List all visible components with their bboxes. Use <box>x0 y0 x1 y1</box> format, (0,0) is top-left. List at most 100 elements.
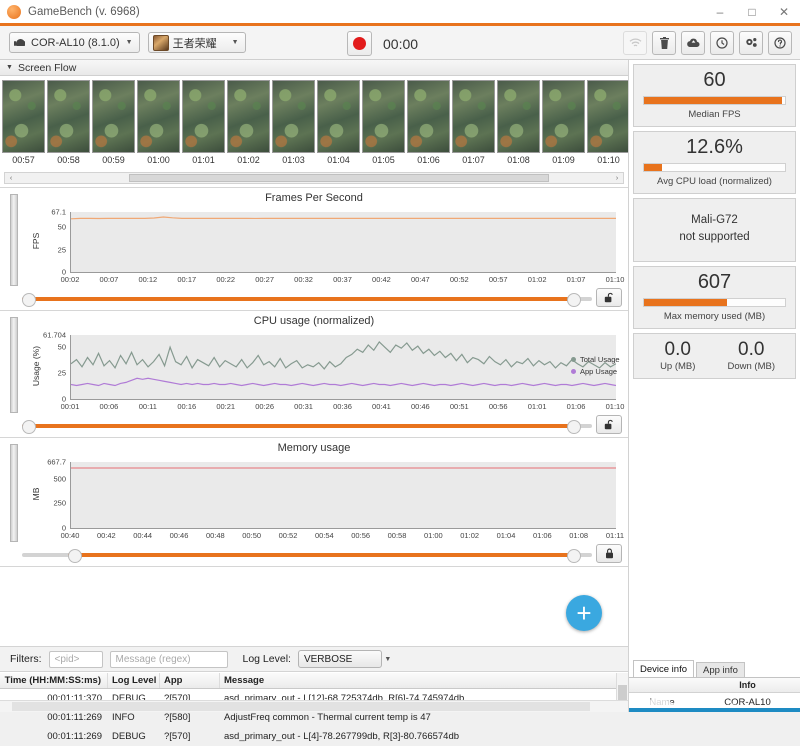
chevron-down-icon: ▼ <box>125 39 133 46</box>
chart-range-slider[interactable] <box>22 419 592 434</box>
scrollbar-thumb[interactable] <box>128 174 549 182</box>
chart-y-tick: 667.7 <box>47 457 66 467</box>
pid-filter-input[interactable]: <pid> <box>48 650 103 668</box>
scrollbar-thumb[interactable] <box>12 702 590 711</box>
screen-flow-frame[interactable]: 01:05 <box>362 80 405 165</box>
log-column-header[interactable]: Message <box>220 673 628 688</box>
cloud-upload-icon-button[interactable] <box>681 31 705 55</box>
slider-handle-left[interactable] <box>22 293 36 307</box>
trash-icon-button[interactable] <box>652 31 676 55</box>
wifi-icon-button[interactable] <box>623 31 647 55</box>
chart-plot-area[interactable] <box>70 462 616 529</box>
close-button[interactable]: ✕ <box>768 0 800 23</box>
frame-thumbnail[interactable] <box>2 80 45 153</box>
legend-item: Total Usage <box>571 355 620 364</box>
screen-flow-frame[interactable]: 00:57 <box>2 80 45 165</box>
stat-progress-fill <box>644 164 662 171</box>
chart-plot-area[interactable] <box>70 212 616 273</box>
chart-series-line <box>71 216 616 220</box>
device-selector[interactable]: COR-AL10 (8.1.0) ▼ <box>9 32 140 53</box>
slider-handle-left[interactable] <box>67 549 82 563</box>
frame-timestamp: 01:01 <box>192 155 215 165</box>
screen-flow-frame[interactable]: 01:02 <box>227 80 270 165</box>
tab-device-info[interactable]: Device info <box>633 660 694 677</box>
minimize-button[interactable]: – <box>704 0 736 23</box>
chart-plot-area[interactable] <box>70 335 616 400</box>
unlock-icon-button[interactable] <box>596 415 622 434</box>
slider-handle-left[interactable] <box>22 420 36 434</box>
record-button[interactable] <box>347 31 372 56</box>
screen-flow-frame[interactable]: 01:10 <box>587 80 628 165</box>
add-button[interactable]: + <box>566 595 602 631</box>
frame-thumbnail[interactable] <box>407 80 450 153</box>
slider-handle-right[interactable] <box>566 420 581 434</box>
device-selector-label: COR-AL10 (8.1.0) <box>31 36 120 49</box>
frame-thumbnail[interactable] <box>92 80 135 153</box>
log-column-header[interactable]: Time (HH:MM:SS:ms) <box>0 673 108 688</box>
device-info-col-key <box>629 678 695 692</box>
chart-x-tick: 01:02 <box>460 531 480 540</box>
frame-thumbnail[interactable] <box>542 80 585 153</box>
screen-flow-frame[interactable]: 01:04 <box>317 80 360 165</box>
log-level-select[interactable]: VERBOSE ▼ <box>297 650 391 668</box>
screen-flow-frame[interactable]: 01:01 <box>182 80 225 165</box>
scroll-left-icon[interactable]: ‹ <box>5 173 17 183</box>
screen-flow-header[interactable]: ▼ Screen Flow <box>0 60 628 76</box>
chart-range-slider[interactable] <box>22 292 592 307</box>
slider-handle-right[interactable] <box>566 549 581 563</box>
screen-flow-frame[interactable]: 00:58 <box>47 80 90 165</box>
frame-thumbnail[interactable] <box>47 80 90 153</box>
settings-gear-icon-button[interactable] <box>739 31 763 55</box>
screen-flow-frame[interactable]: 01:08 <box>497 80 540 165</box>
chart-x-tick: 01:10 <box>605 402 625 411</box>
log-column-header[interactable]: Log Level <box>108 673 160 688</box>
log-cell-time: 00:01:11:269 <box>47 711 102 723</box>
frame-thumbnail[interactable] <box>137 80 180 153</box>
lock-icon-button[interactable] <box>596 544 622 563</box>
frame-thumbnail[interactable] <box>317 80 360 153</box>
log-column-header[interactable]: App <box>160 673 220 688</box>
stat-progress-fill <box>644 298 728 306</box>
screen-flow-frame[interactable]: 01:07 <box>452 80 495 165</box>
tab-app-info[interactable]: App info <box>696 662 745 677</box>
screen-flow-frame[interactable]: 00:59 <box>92 80 135 165</box>
frame-thumbnail[interactable] <box>182 80 225 153</box>
screen-flow-frame[interactable]: 01:00 <box>137 80 180 165</box>
log-table-body[interactable]: 00:01:11:370 DEBUG ?[570] asd_primary_out -… <box>0 689 628 746</box>
screen-flow-frame[interactable]: 01:09 <box>542 80 585 165</box>
chart-x-tick: 00:48 <box>205 531 225 540</box>
log-horizontal-scrollbar[interactable] <box>0 700 628 712</box>
screen-flow-filmstrip[interactable]: 00:57 00:58 00:59 01:00 01:01 01:02 01:03 01:04… <box>0 80 628 165</box>
frame-thumbnail[interactable] <box>452 80 495 153</box>
frame-thumbnail[interactable] <box>227 80 270 153</box>
chart-range-slider[interactable] <box>22 548 592 563</box>
message-filter-input[interactable]: Message (regex) <box>109 650 228 668</box>
chart-panel-line: Frames Per Second FPS 0 25 50 67.1 00:02 00:07 0… <box>0 188 628 311</box>
scroll-right-icon[interactable]: › <box>611 173 623 183</box>
frame-thumbnail[interactable] <box>362 80 405 153</box>
frame-thumbnail[interactable] <box>587 80 628 153</box>
slider-handle-right[interactable] <box>566 293 581 307</box>
chart-x-tick: 00:46 <box>410 402 430 411</box>
log-cell-app: ?[570] <box>164 730 191 742</box>
chart-x-tick: 00:07 <box>99 275 119 284</box>
log-row[interactable]: 00:01:11:269 DEBUG ?[570] asd_primary_out -… <box>0 727 628 746</box>
network-down: 0.0 Down (MB) <box>715 339 789 372</box>
frame-thumbnail[interactable] <box>497 80 540 153</box>
screen-flow-frame[interactable]: 01:06 <box>407 80 450 165</box>
network-up: 0.0 Up (MB) <box>641 339 715 372</box>
unlock-icon-button[interactable] <box>596 288 622 307</box>
screen-flow-frame[interactable]: 01:03 <box>272 80 315 165</box>
log-vertical-scrollbar[interactable] <box>616 673 628 709</box>
chart-x-tick: 00:22 <box>216 275 236 284</box>
frame-thumbnail[interactable] <box>272 80 315 153</box>
window-controls: – □ ✕ <box>704 0 800 23</box>
log-cell-level: DEBUG <box>112 730 146 742</box>
help-icon-button[interactable] <box>768 31 792 55</box>
screen-flow-scrollbar[interactable]: ‹ › <box>4 172 624 184</box>
maximize-button[interactable]: □ <box>736 0 768 23</box>
app-selector[interactable]: 王者荣耀 ▼ <box>147 32 246 53</box>
frame-timestamp: 01:02 <box>237 155 260 165</box>
clock-icon-button[interactable] <box>710 31 734 55</box>
stats-pane: 60 Median FPS 12.6% Avg CPU load (normalize… <box>628 60 800 712</box>
